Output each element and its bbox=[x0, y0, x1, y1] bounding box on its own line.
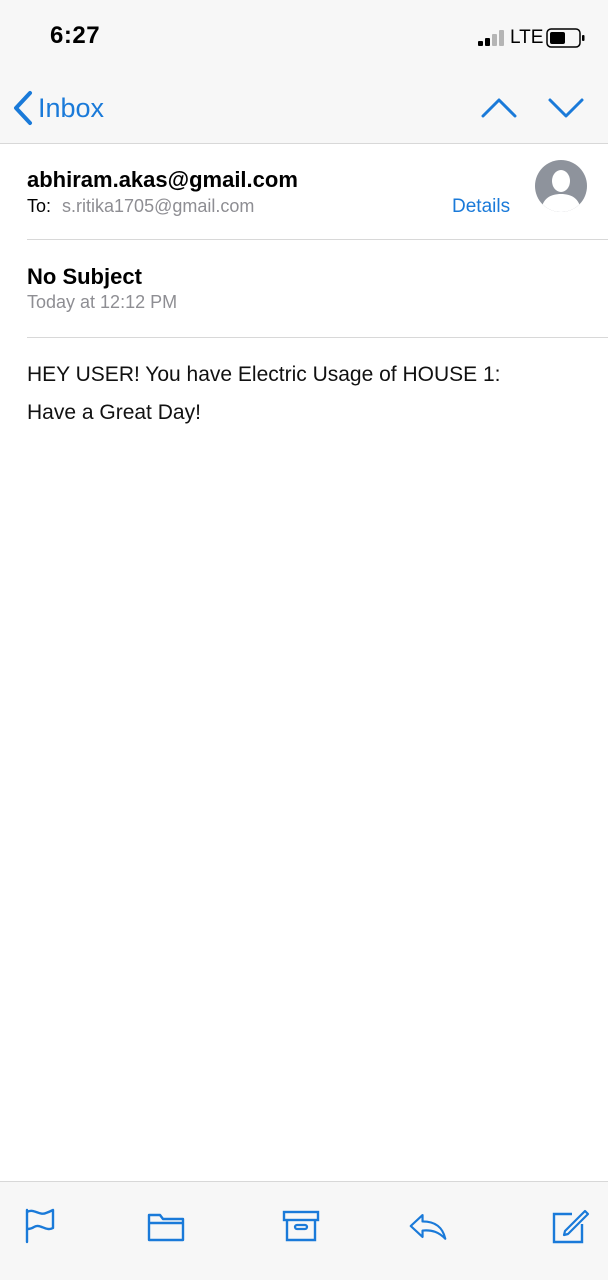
sender-address[interactable]: abhiram.akas@gmail.com bbox=[27, 167, 298, 193]
flag-icon[interactable] bbox=[20, 1206, 60, 1246]
subject-divider bbox=[27, 337, 608, 338]
avatar-icon[interactable] bbox=[535, 160, 587, 212]
to-label: To: bbox=[27, 196, 52, 216]
email-header: abhiram.akas@gmail.com To: s.ritika1705@… bbox=[0, 144, 608, 239]
email-body-line: Have a Great Day! bbox=[27, 401, 201, 424]
nav-bar: Inbox bbox=[0, 76, 608, 144]
email-date: Today at 12:12 PM bbox=[27, 292, 178, 312]
email-body: HEY USER! You have Electric Usage of HOU… bbox=[27, 356, 587, 432]
chevron-left-icon bbox=[14, 91, 32, 125]
status-bar: 6:27 LTE bbox=[0, 0, 608, 76]
back-to-inbox-button[interactable]: Inbox bbox=[12, 88, 104, 128]
recipient-address[interactable]: s.ritika1705@gmail.com bbox=[62, 196, 254, 216]
details-link[interactable]: Details bbox=[452, 196, 510, 218]
battery-icon bbox=[546, 28, 585, 48]
signal-icon bbox=[478, 30, 504, 46]
email-subject: No Subject bbox=[27, 264, 142, 289]
back-label: Inbox bbox=[38, 92, 105, 123]
reply-icon[interactable] bbox=[408, 1206, 448, 1246]
previous-message-chevron-up-icon[interactable] bbox=[480, 94, 518, 122]
recipient-row: To: s.ritika1705@gmail.com bbox=[27, 196, 254, 217]
next-message-chevron-down-icon[interactable] bbox=[547, 94, 585, 122]
status-time: 6:27 bbox=[50, 22, 101, 49]
compose-icon[interactable] bbox=[550, 1206, 590, 1246]
header-divider bbox=[27, 239, 608, 240]
bottom-toolbar bbox=[0, 1181, 608, 1280]
email-body-line: HEY USER! You have Electric Usage of HOU… bbox=[27, 363, 501, 386]
archive-icon[interactable] bbox=[281, 1206, 321, 1246]
folder-icon[interactable] bbox=[146, 1206, 186, 1246]
network-label: LTE bbox=[510, 27, 544, 48]
